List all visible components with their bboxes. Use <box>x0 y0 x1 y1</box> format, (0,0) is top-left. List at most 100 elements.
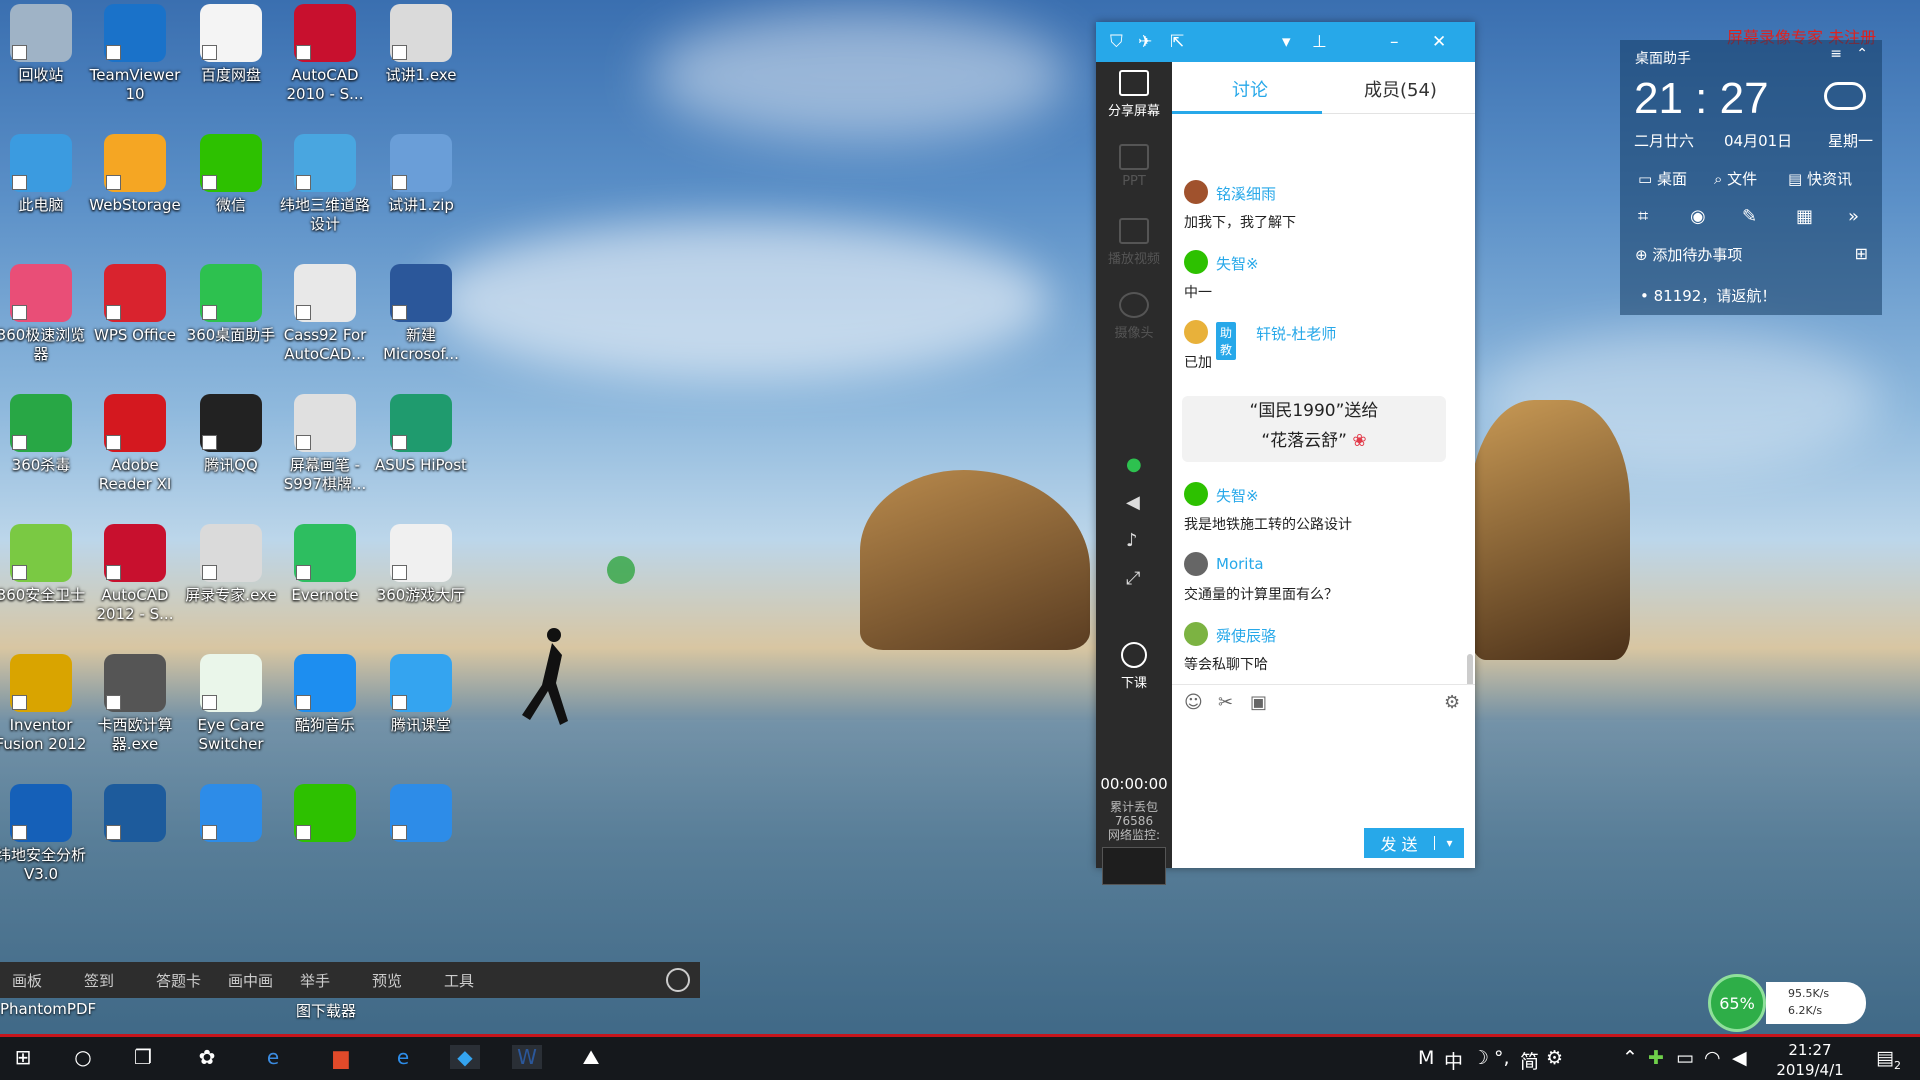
minimize-icon[interactable]: – <box>1390 32 1399 52</box>
network-gauge[interactable]: 65% <box>1708 974 1766 1032</box>
desktop-icon[interactable]: 试讲1.exe <box>374 4 468 85</box>
toolbar-tools[interactable]: 工具 <box>444 970 504 991</box>
camera-button[interactable]: 摄像头 <box>1096 292 1172 341</box>
word-icon[interactable]: W <box>512 1045 542 1069</box>
scrollbar[interactable] <box>1467 654 1473 684</box>
sender-name[interactable]: 失智※ <box>1216 485 1259 506</box>
menu-icon[interactable]: ≡ <box>1830 46 1842 62</box>
desktop-icon[interactable]: Eye Care Switcher <box>184 654 278 754</box>
show-hidden-icon[interactable]: ⌃ <box>1622 1047 1638 1069</box>
ime-punct[interactable]: °, <box>1494 1047 1510 1069</box>
toolbar-preview[interactable]: 预览 <box>372 970 432 991</box>
calculator-icon[interactable]: ▦ <box>1796 206 1813 227</box>
collapse-icon[interactable]: ⌃ <box>1856 46 1868 62</box>
link-news[interactable]: ▤ 快资讯 <box>1788 168 1852 189</box>
desktop-icon[interactable]: 屏录专家.exe <box>184 524 278 605</box>
sender-name[interactable]: 铭溪细雨 <box>1216 183 1276 204</box>
desktop-icon[interactable]: 此电脑 <box>0 134 88 215</box>
desktop-icon[interactable]: 纬地三维道路设计 <box>278 134 372 234</box>
sender-name[interactable]: 轩锐-杜老师 <box>1256 323 1336 344</box>
speaker-icon[interactable]: ◀ <box>1126 492 1140 513</box>
qrcode-icon[interactable]: ⊞ <box>1855 244 1868 263</box>
edge-browser-icon[interactable]: e <box>388 1045 418 1069</box>
desktop-icon[interactable]: AutoCAD 2012 - S... <box>88 524 182 624</box>
desktop-icon[interactable]: 试讲1.zip <box>374 134 468 215</box>
desktop-icon[interactable]: 360桌面助手 <box>184 264 278 345</box>
desktop-icon[interactable]: 360杀毒 <box>0 394 88 475</box>
desktop-icon[interactable]: 微信 <box>184 134 278 215</box>
emoji-icon[interactable]: ☺ <box>1184 692 1203 713</box>
dropdown-icon[interactable]: ▾ <box>1282 32 1291 52</box>
desktop-icon[interactable] <box>184 784 278 846</box>
desktop-icon[interactable]: 腾讯QQ <box>184 394 278 475</box>
ime-settings[interactable]: ⚙ <box>1546 1047 1563 1069</box>
ime-mode[interactable]: M <box>1418 1047 1434 1069</box>
desktop-icon[interactable]: 卡西欧计算器.exe <box>88 654 182 754</box>
message-input[interactable] <box>1172 722 1475 842</box>
avatar[interactable] <box>1184 622 1208 646</box>
windows-start-icon[interactable]: ⊞ <box>8 1045 38 1069</box>
desktop-icon[interactable]: Adobe Reader XI <box>88 394 182 494</box>
send-button[interactable]: 发 送 ▾ <box>1364 828 1464 858</box>
desktop-icon[interactable]: AutoCAD 2010 - S... <box>278 4 372 104</box>
toolbar-answer-card[interactable]: 答题卡 <box>156 970 216 991</box>
toolbar-signin[interactable]: 签到 <box>84 970 144 991</box>
pdf-app-icon[interactable]: ▆ <box>326 1045 356 1069</box>
link-files[interactable]: ⌕ 文件 <box>1714 168 1757 189</box>
desktop-icon[interactable]: 屏幕画笔 -S997棋牌... <box>278 394 372 494</box>
tab-members[interactable]: 成员(54) <box>1364 76 1437 102</box>
sender-name[interactable]: 舜使辰骆 <box>1216 625 1276 646</box>
desktop-icon[interactable]: Cass92 For AutoCAD... <box>278 264 372 364</box>
sender-name[interactable]: 失智※ <box>1216 253 1259 274</box>
desktop-icon[interactable]: ASUS HiPost <box>374 394 468 475</box>
taskbar-clock[interactable]: 21:27 2019/4/1 <box>1770 1040 1850 1080</box>
ime-half-width[interactable]: ☽ <box>1472 1047 1489 1069</box>
fullscreen-icon[interactable]: ⤢ <box>1126 568 1140 589</box>
more-icon[interactable]: » <box>1848 206 1859 227</box>
desktop-icon[interactable]: WPS Office <box>88 264 182 345</box>
desktop-icon[interactable]: 纬地安全分析 V3.0 <box>0 784 88 884</box>
settings-icon[interactable]: ⚙ <box>1444 692 1460 713</box>
ime-chinese[interactable]: 中 <box>1444 1047 1463 1074</box>
tencent-classroom-icon[interactable]: ◆ <box>450 1045 480 1069</box>
tab-discuss[interactable]: 讨论 <box>1232 76 1268 102</box>
power-icon[interactable] <box>666 968 690 992</box>
desktop-icon[interactable]: 360安全卫士 <box>0 524 88 605</box>
app-360-icon[interactable]: ✿ <box>192 1045 222 1069</box>
mic-icon[interactable]: ● <box>1126 454 1142 475</box>
volume-icon[interactable]: ◀ <box>1732 1047 1747 1069</box>
search-icon[interactable]: ○ <box>68 1045 98 1069</box>
desktop-icon[interactable]: 酷狗音乐 <box>278 654 372 735</box>
close-icon[interactable]: ✕ <box>1432 32 1446 52</box>
toolbar-raise-hand[interactable]: 举手 <box>300 970 360 991</box>
ppt-button[interactable]: PPT <box>1096 144 1172 189</box>
security-tray-icon[interactable]: ✚ <box>1648 1047 1664 1069</box>
desktop-icon[interactable] <box>374 784 468 846</box>
send-options-dropdown[interactable]: ▾ <box>1434 836 1464 850</box>
desktop-icon[interactable]: Evernote <box>278 524 372 605</box>
desktop-icon[interactable]: 回收站 <box>0 4 88 85</box>
plane-icon[interactable]: ✈ <box>1138 32 1152 52</box>
share-icon[interactable]: ⇱ <box>1170 32 1184 52</box>
add-todo-button[interactable]: ⊕ 添加待办事项 <box>1635 244 1742 265</box>
ie-browser-icon[interactable]: e <box>258 1045 288 1069</box>
image-icon[interactable]: ▣ <box>1250 692 1267 713</box>
avatar[interactable] <box>1184 552 1208 576</box>
share-screen-button[interactable]: 分享屏幕 <box>1096 70 1172 119</box>
play-video-button[interactable]: 播放视频 <box>1096 218 1172 267</box>
avatar[interactable] <box>1184 250 1208 274</box>
desktop-icon[interactable]: 360游戏大厅 <box>374 524 468 605</box>
ime-simplified[interactable]: 简 <box>1520 1047 1539 1074</box>
scissors-icon[interactable]: ✂ <box>1218 692 1233 713</box>
desktop-icon[interactable]: 腾讯课堂 <box>374 654 468 735</box>
avatar[interactable] <box>1184 482 1208 506</box>
crop-icon[interactable]: ⌗ <box>1638 206 1648 227</box>
desktop-icon[interactable]: TeamViewer 10 <box>88 4 182 104</box>
desktop-icon[interactable]: WebStorage <box>88 134 182 215</box>
eye-icon[interactable]: ◉ <box>1690 206 1706 227</box>
wifi-icon[interactable]: ◠ <box>1704 1047 1721 1069</box>
desktop-icon[interactable]: 新建 Microsof... <box>374 264 468 364</box>
photos-icon[interactable]: ⛰ <box>576 1045 606 1069</box>
desktop-icon[interactable]: 360极速浏览器 <box>0 264 88 364</box>
end-class-button[interactable]: 下课 <box>1096 642 1172 691</box>
